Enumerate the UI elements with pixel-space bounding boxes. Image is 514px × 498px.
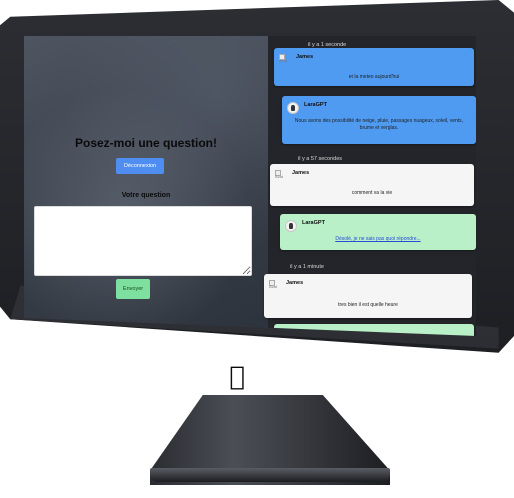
monitor-stand-base (150, 468, 390, 482)
message-timestamp: il y a 57 secondes (298, 156, 343, 162)
message-text: tres bien il est quelle heure (338, 302, 398, 308)
message-text: Désolé, je ne sais pas quoi répondre... (335, 236, 421, 242)
chat-message-user: Avat James comment va la vie (270, 164, 474, 206)
robot-avatar-icon (285, 220, 297, 232)
broken-image-icon: Avat (275, 170, 287, 180)
chat-panel[interactable]: il y a 1 seconde Avat James et la meteo … (264, 36, 476, 336)
message-text: et la meteo aujourd'hui (348, 74, 400, 80)
question-label: Votre question (121, 192, 171, 199)
page-title: Posez-moi une question! (74, 136, 217, 150)
message-author: LaraGPT (302, 220, 325, 226)
chat-message-user: Avat James et la meteo aujourd'hui (274, 48, 474, 86)
question-input[interactable] (34, 206, 252, 276)
message-text: comment va la vie (351, 190, 393, 196)
message-text: Nous avons des possibilité de neige, plu… (294, 118, 464, 131)
message-author: James (296, 54, 314, 60)
chat-message-bot: LaraGPT Désolé, je ne sais pas quoi répo… (280, 214, 476, 250)
apple-logo-icon:  (226, 364, 248, 390)
message-author: James (286, 280, 304, 286)
message-author: LaraGPT (304, 102, 327, 108)
chat-message-bot: LaraGPT Nous avons des possibilité de ne… (282, 96, 476, 144)
question-panel: Posez-moi une question! Déconnexion Votr… (24, 36, 268, 336)
message-author: James (292, 170, 310, 176)
send-button[interactable]: Envoyer (116, 279, 150, 299)
robot-avatar-icon (287, 102, 299, 114)
broken-image-icon: Avat (279, 54, 291, 64)
chat-message-user: Avat James tres bien il est quelle heure (264, 274, 472, 318)
broken-image-icon: Avat (269, 280, 281, 290)
message-timestamp: il y a 1 minute (290, 264, 324, 270)
logout-button[interactable]: Déconnexion (116, 158, 164, 174)
app-screen: Posez-moi une question! Déconnexion Votr… (24, 36, 476, 336)
